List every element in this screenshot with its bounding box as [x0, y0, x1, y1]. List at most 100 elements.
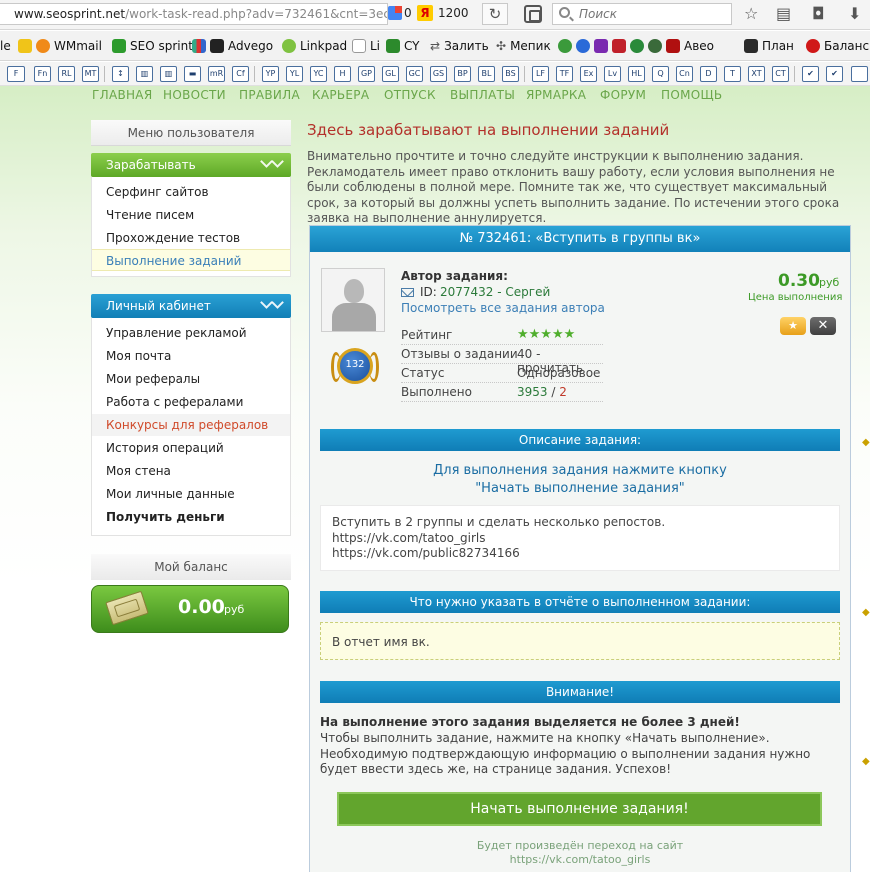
seo-button[interactable]: ▬ — [184, 66, 201, 82]
bookmark-item[interactable]: le — [0, 39, 11, 53]
menu-item-referral-contests[interactable]: Конкурсы для рефералов — [92, 414, 290, 436]
seo-button[interactable]: GP — [358, 66, 375, 82]
seo-button[interactable]: XT — [748, 66, 765, 82]
seo-button[interactable]: ↕ — [112, 66, 129, 82]
menu-item-ad-management[interactable]: Управление рекламой — [92, 322, 290, 344]
seo-button[interactable]: GC — [406, 66, 423, 82]
cabinet-section-header[interactable]: Личный кабинет — [91, 294, 291, 318]
search-box[interactable] — [552, 3, 732, 25]
redirect-url[interactable]: https://vk.com/tatoo_girls — [320, 853, 840, 867]
search-icon — [559, 7, 570, 18]
seo-button[interactable]: ▥ — [136, 66, 153, 82]
seo-button[interactable]: T — [724, 66, 741, 82]
menu-item-tests[interactable]: Прохождение тестов — [92, 227, 290, 249]
bookmark-item[interactable]: CY — [386, 39, 420, 53]
nav-career[interactable]: КАРЬЕРА — [312, 88, 369, 102]
seo-button[interactable]: YL — [286, 66, 303, 82]
clipboard-icon[interactable]: ▤ — [776, 5, 791, 23]
nav-news[interactable]: НОВОСТИ — [163, 88, 226, 102]
seo-button[interactable]: ✔ — [802, 66, 819, 82]
nav-payouts[interactable]: ВЫПЛАТЫ — [450, 88, 515, 102]
bookmark-item[interactable]: ✣ Мепик — [496, 39, 551, 53]
menu-item-my-wall[interactable]: Моя стена — [92, 460, 290, 482]
pocket-icon[interactable]: ◘ — [812, 5, 825, 23]
favorite-star-button[interactable]: ★ — [780, 317, 806, 335]
seo-button[interactable]: CT — [772, 66, 789, 82]
google-pr-icon — [388, 6, 402, 20]
menu-item-tasks[interactable]: Выполнение заданий — [92, 249, 290, 271]
seo-button[interactable]: ▥ — [160, 66, 177, 82]
seo-button[interactable]: GL — [382, 66, 399, 82]
menu-item-withdraw[interactable]: Получить деньги — [92, 506, 290, 528]
menu-item-surfing[interactable]: Серфинг сайтов — [92, 181, 290, 203]
menu-item-history[interactable]: История операций — [92, 437, 290, 459]
bookmark-item[interactable]: Авео — [558, 39, 714, 53]
toolbar-separator — [524, 66, 525, 82]
seo-button[interactable]: Lv — [604, 66, 621, 82]
seo-button[interactable]: mR — [208, 66, 225, 82]
author-avatar[interactable] — [321, 268, 385, 332]
seo-button[interactable] — [851, 66, 868, 82]
seo-button[interactable]: MT — [82, 66, 99, 82]
url-bar[interactable]: www.seosprint.net/work-task-read.php?adv… — [0, 3, 388, 25]
seo-button[interactable]: BL — [478, 66, 495, 82]
bookmark-star-icon[interactable]: ☆ — [744, 5, 758, 23]
earn-section-header[interactable]: Зарабатывать — [91, 153, 291, 177]
menu-item-personal-data[interactable]: Мои личные данные — [92, 483, 290, 505]
seo-button[interactable]: H — [334, 66, 351, 82]
collapse-chevron-icon[interactable] — [259, 157, 285, 171]
seo-button[interactable]: Fn — [34, 66, 51, 82]
seo-button[interactable]: RL — [58, 66, 75, 82]
bookmark-item[interactable]: Баланс — [806, 39, 869, 53]
bookmark-item[interactable]: Advego — [192, 39, 273, 53]
download-icon[interactable]: ⬇ — [848, 5, 861, 23]
balance-box[interactable]: 0.00 руб — [91, 585, 289, 633]
nav-home[interactable]: ГЛАВНАЯ — [92, 88, 152, 102]
cabinet-section-title: Личный кабинет — [106, 299, 211, 313]
collapse-chevron-icon[interactable] — [259, 298, 285, 312]
rank-medal-icon: 132 — [331, 346, 379, 394]
author-id[interactable]: 2077432 - Сергей — [440, 285, 550, 299]
nav-help[interactable]: ПОМОЩЬ — [661, 88, 722, 102]
seo-button[interactable]: BP — [454, 66, 471, 82]
seo-button[interactable]: TF — [556, 66, 573, 82]
envelope-icon[interactable] — [401, 288, 414, 297]
menu-item-referral-work[interactable]: Работа с рефералами — [92, 391, 290, 413]
menu-item-my-mail[interactable]: Моя почта — [92, 345, 290, 367]
bookmark-item[interactable]: Linkpad — [282, 39, 347, 53]
bookmark-item[interactable]: WMmail — [18, 39, 102, 53]
seo-button[interactable]: YP — [262, 66, 279, 82]
reader-icon[interactable] — [524, 5, 542, 23]
seo-button[interactable]: YC — [310, 66, 327, 82]
hide-task-button[interactable]: ✕ — [810, 317, 836, 335]
bookmark-item[interactable]: Li — [352, 39, 380, 53]
start-task-button[interactable]: Начать выполнение задания! — [337, 792, 822, 826]
seo-button[interactable]: F — [7, 66, 25, 82]
seo-button[interactable]: Q — [652, 66, 669, 82]
nav-forum[interactable]: ФОРУМ — [600, 88, 646, 102]
seo-button[interactable]: GS — [430, 66, 447, 82]
bookmark-item[interactable]: План — [744, 39, 794, 53]
menu-item-my-referrals[interactable]: Мои рефералы — [92, 368, 290, 390]
nav-rules[interactable]: ПРАВИЛА — [239, 88, 300, 102]
author-tasks-link[interactable]: Посмотреть все задания автора — [401, 301, 605, 315]
seo-button[interactable]: Ex — [580, 66, 597, 82]
seo-button[interactable]: Cf — [232, 66, 249, 82]
seo-button[interactable]: ✔ — [826, 66, 843, 82]
page-title: Здесь зарабатывают на выполнении заданий — [307, 121, 670, 139]
seo-button[interactable]: LF — [532, 66, 549, 82]
seo-button[interactable]: HL — [628, 66, 645, 82]
seo-button[interactable]: Cn — [676, 66, 693, 82]
seo-button[interactable]: BS — [502, 66, 519, 82]
bookmark-item[interactable]: ⇄ Залить — [430, 39, 489, 53]
nav-vacation[interactable]: ОТПУСК — [384, 88, 436, 102]
report-header: Что нужно указать в отчёте о выполненном… — [320, 591, 840, 613]
bookmark-item[interactable]: SEO sprint — [112, 39, 193, 53]
description-line: Вступить в 2 группы и сделать несколько … — [332, 515, 666, 529]
reload-button[interactable]: ↻ — [482, 3, 508, 25]
search-input[interactable] — [579, 5, 719, 23]
description-header: Описание задания: — [320, 429, 840, 451]
nav-fair[interactable]: ЯРМАРКА — [526, 88, 586, 102]
menu-item-reading-letters[interactable]: Чтение писем — [92, 204, 290, 226]
seo-button[interactable]: D — [700, 66, 717, 82]
